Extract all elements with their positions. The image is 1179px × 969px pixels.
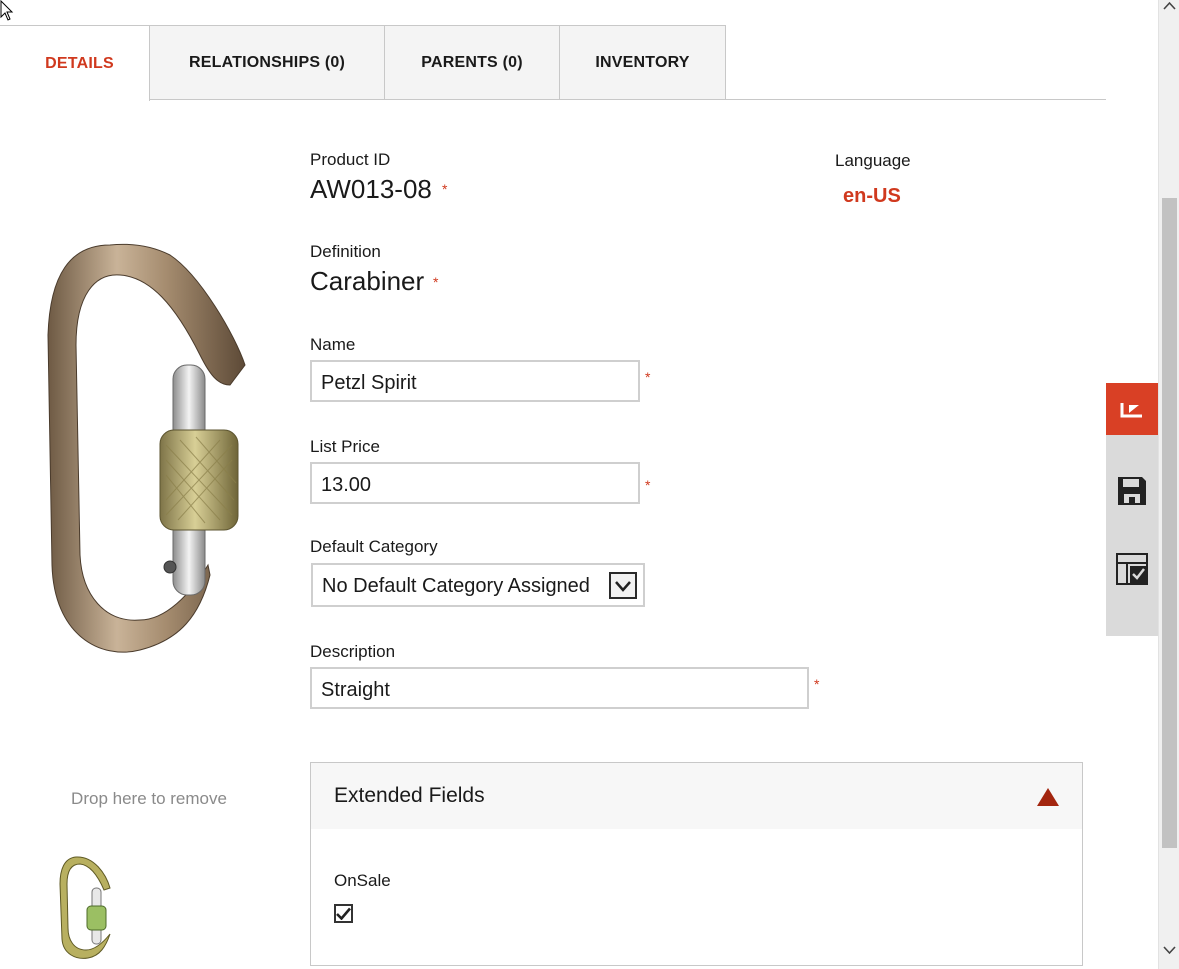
onsale-checkbox[interactable] [334,904,353,923]
definition-value: Carabiner [310,266,425,296]
name-input[interactable]: Petzl Spirit [310,360,640,402]
language-value[interactable]: en-US [843,185,901,208]
product-image[interactable] [40,235,260,665]
collapse-panel-button[interactable] [1106,383,1158,435]
list-price-label: List Price [310,437,380,456]
layout-check-button[interactable] [1106,543,1158,595]
extended-fields-panel: Extended Fields OnSale [310,762,1083,966]
definition-label: Definition [310,242,381,261]
tab-parents[interactable]: PARENTS (0) [384,25,560,99]
product-id-value: AW013-08 [310,174,432,204]
default-category-select[interactable]: No Default Category Assigned [311,563,645,607]
collapse-icon [1120,403,1142,418]
scroll-down-icon[interactable] [1163,944,1176,956]
required-mark: * [433,274,439,290]
tab-label: RELATIONSHIPS (0) [188,53,345,71]
default-category-selected: No Default Category Assigned [322,575,590,597]
save-button[interactable] [1106,465,1158,517]
scroll-up-icon[interactable] [1163,0,1176,12]
tab-inventory[interactable]: INVENTORY [559,25,726,99]
tab-relationships[interactable]: RELATIONSHIPS (0) [149,25,385,99]
language-label: Language [835,151,911,170]
list-price-input[interactable]: 13.00 [310,462,640,504]
image-drop-zone[interactable]: Drop here to remove [40,789,258,809]
required-mark: * [442,181,448,197]
tab-label: INVENTORY [595,53,690,71]
scrollbar-thumb[interactable] [1162,198,1177,848]
tab-label: PARENTS (0) [421,53,523,71]
collapse-triangle-icon[interactable] [1036,787,1060,807]
action-bar [1106,383,1158,636]
layout-check-icon [1116,553,1148,585]
extended-fields-header[interactable]: Extended Fields [311,763,1082,829]
vertical-scrollbar[interactable] [1158,0,1179,969]
default-category-label: Default Category [310,537,438,556]
chevron-down-icon[interactable] [609,572,637,599]
onsale-label: OnSale [334,871,391,890]
required-mark: * [814,676,820,692]
required-mark: * [645,477,651,493]
product-id-label: Product ID [310,150,391,169]
tab-label: DETAILS [45,54,114,72]
extended-fields-title: Extended Fields [334,784,485,807]
description-label: Description [310,642,396,661]
checkmark-icon [336,907,351,920]
product-thumbnail[interactable] [58,854,114,962]
save-icon [1118,477,1146,505]
mouse-cursor-icon [0,0,14,21]
name-label: Name [310,335,356,354]
description-input[interactable]: Straight [310,667,809,709]
required-mark: * [645,369,651,385]
tab-details[interactable]: DETAILS [0,25,150,101]
tab-strip: DETAILS RELATIONSHIPS (0) PARENTS (0) IN… [0,25,1106,101]
